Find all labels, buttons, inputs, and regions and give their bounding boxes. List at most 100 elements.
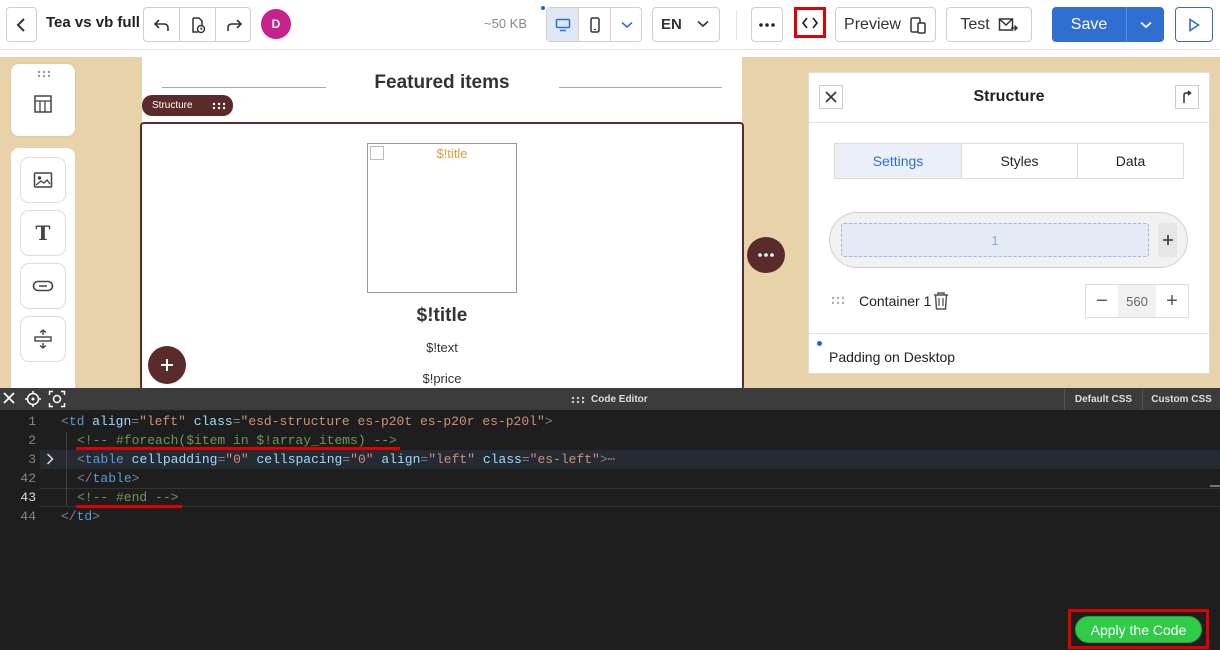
code-line[interactable]: <td align="left" class="esd-structure es… [61, 414, 553, 429]
code-icon [802, 16, 818, 29]
add-block-button[interactable] [148, 346, 186, 384]
image-block-tool[interactable] [20, 157, 66, 203]
layout-icon[interactable] [33, 94, 53, 114]
redo-icon [227, 18, 243, 31]
devices-icon [910, 16, 926, 34]
select-parent-button[interactable] [1175, 85, 1199, 109]
mobile-view-button[interactable] [579, 8, 611, 41]
drag-handle-icon[interactable] [831, 296, 845, 306]
indent-guide [66, 432, 67, 506]
back-button[interactable] [6, 7, 37, 42]
app: Tea vs vb full D ~50 KB EN Preview Test … [0, 0, 1220, 650]
document-title[interactable]: Tea vs vb full [46, 14, 140, 31]
trash-icon[interactable] [932, 291, 950, 311]
save-button[interactable]: Save [1052, 7, 1126, 42]
image-icon [33, 172, 53, 188]
scrollbar-marker[interactable] [1210, 485, 1220, 487]
code-line[interactable]: <table cellpadding="0" cellspacing="0" a… [77, 452, 616, 467]
annotation-underline [76, 505, 182, 508]
panel-title: Structure [973, 88, 1045, 105]
tab-settings[interactable]: Settings [835, 144, 962, 178]
increase-width-button[interactable]: + [1156, 285, 1188, 317]
panel-divider [809, 122, 1209, 123]
undo-icon [153, 18, 169, 31]
chevron-down-icon [1139, 21, 1152, 28]
custom-css-button[interactable]: Custom CSS [1142, 389, 1220, 410]
document-history-icon [191, 16, 205, 33]
spacer-block-tool[interactable] [20, 316, 66, 362]
line-number: 43 [20, 490, 36, 505]
default-css-button[interactable]: Default CSS [1064, 389, 1142, 410]
button-block-tool[interactable] [20, 263, 66, 309]
structure-toolbox [11, 64, 75, 136]
run-button[interactable] [1175, 7, 1213, 42]
focus-icon[interactable] [48, 390, 66, 408]
code-editor-title[interactable]: Code Editor [571, 394, 648, 405]
device-switcher [546, 7, 642, 42]
line-number: 1 [28, 414, 36, 429]
toolbar-divider [736, 10, 737, 40]
code-line[interactable]: </table> [77, 471, 139, 486]
user-avatar[interactable]: D [261, 9, 291, 39]
version-history-button[interactable] [180, 8, 216, 41]
structure-actions-button[interactable] [747, 237, 785, 273]
structure-tag[interactable]: Structure [142, 95, 233, 116]
section-title[interactable]: Featured items [142, 72, 742, 94]
code-editor-button[interactable] [794, 7, 826, 38]
code-line[interactable]: <!-- #end --> [77, 490, 178, 505]
plus-icon [1162, 235, 1173, 245]
drag-handle-icon[interactable] [37, 70, 51, 78]
line-number: 44 [20, 509, 36, 524]
drag-handle-icon [571, 396, 585, 403]
cursor-line-highlight [40, 488, 1220, 507]
item-price[interactable]: $!price [142, 371, 742, 386]
column-cell[interactable]: 1 [841, 223, 1149, 257]
structure-tag-label: Structure [152, 100, 193, 111]
history-group [143, 7, 251, 42]
line-number: 3 [28, 452, 36, 467]
annotation-underline [76, 447, 400, 450]
text-block-tool[interactable]: T [20, 210, 66, 256]
mobile-icon [589, 16, 600, 33]
decrease-width-button[interactable]: − [1086, 285, 1118, 317]
item-title[interactable]: $!title [142, 305, 742, 327]
chevron-right-icon[interactable] [46, 453, 54, 465]
item-text[interactable]: $!text [142, 340, 742, 355]
undo-button[interactable] [144, 8, 180, 41]
add-column-button[interactable] [1158, 223, 1177, 257]
crosshair-icon[interactable] [24, 390, 42, 408]
panel-divider [809, 333, 1209, 334]
save-button-group: Save [1052, 7, 1164, 42]
tab-styles[interactable]: Styles [962, 144, 1078, 178]
panel-tabs: Settings Styles Data [834, 143, 1184, 179]
product-image[interactable]: $!title [367, 143, 517, 293]
line-number: 2 [28, 433, 36, 448]
container-label: Container 1 [859, 293, 932, 309]
desktop-icon [555, 18, 570, 31]
language-select[interactable]: EN [652, 7, 720, 42]
email-size-label: ~50 KB [484, 16, 528, 31]
notification-dot [541, 6, 545, 10]
drag-handle-icon[interactable] [212, 102, 226, 110]
width-value[interactable]: 560 [1118, 285, 1156, 317]
preview-button[interactable]: Preview [835, 7, 936, 42]
save-options-button[interactable] [1126, 7, 1164, 42]
desktop-view-button[interactable] [547, 8, 579, 41]
send-mail-icon [998, 17, 1018, 31]
tab-data[interactable]: Data [1078, 144, 1183, 178]
test-label: Test [960, 15, 990, 33]
apply-code-button[interactable]: Apply the Code [1075, 616, 1202, 643]
device-options-button[interactable] [611, 8, 642, 41]
chevron-left-icon [16, 17, 25, 32]
close-icon[interactable] [2, 391, 16, 405]
play-icon [1189, 17, 1200, 32]
code-line[interactable]: <!-- #foreach($item in $!array_items) --… [77, 433, 397, 448]
more-options-button[interactable] [751, 7, 783, 42]
more-dots-icon [758, 253, 774, 257]
code-line[interactable]: </td> [61, 509, 100, 524]
test-email-button[interactable]: Test [946, 7, 1032, 42]
text-icon: T [35, 221, 51, 245]
redo-button[interactable] [216, 8, 252, 41]
code-editor-title-label: Code Editor [591, 394, 648, 405]
chevron-down-icon [620, 21, 633, 28]
